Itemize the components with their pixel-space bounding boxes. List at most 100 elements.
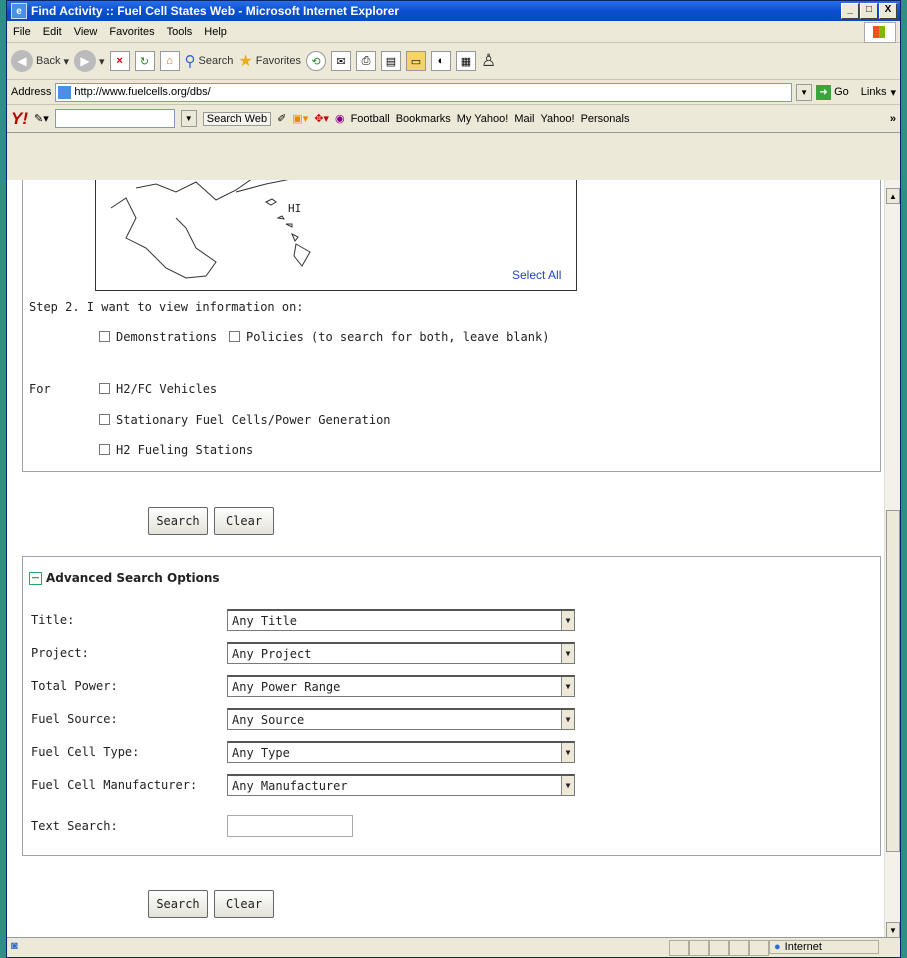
manufacturer-label: Fuel Cell Manufacturer: — [31, 778, 198, 792]
maximize-button[interactable]: □ — [860, 3, 878, 19]
status-bar: ◙ ● Internet — [7, 937, 900, 957]
refresh-icon[interactable]: ↻ — [134, 51, 155, 71]
search-button[interactable]: ⚲ Search — [185, 52, 234, 70]
map-outline — [110, 180, 311, 279]
select-all-link[interactable]: Select All — [512, 268, 561, 282]
clear-button-bottom[interactable]: Clear — [214, 890, 274, 918]
state-map[interactable]: HI Select All — [95, 180, 577, 291]
dropdown-arrow-icon: ▼ — [561, 710, 574, 729]
page-content: HI Select All Step 2. I want to view inf… — [7, 180, 887, 940]
menu-help[interactable]: Help — [198, 26, 233, 38]
demonstrations-checkbox[interactable] — [99, 331, 110, 342]
vertical-scrollbar[interactable]: ▲ ▼ — [884, 180, 900, 940]
search-web-button[interactable]: Search Web — [202, 111, 272, 126]
pencil-icon[interactable]: ✎▾ — [34, 112, 49, 125]
back-button[interactable]: ◀ Back ▾ — [11, 50, 69, 72]
dropdown-arrow-icon: ▼ — [561, 776, 574, 795]
stationary-option[interactable]: Stationary Fuel Cells/Power Generation — [99, 413, 391, 427]
title-bar: e Find Activity :: Fuel Cell States Web … — [7, 1, 900, 21]
yahoo-item-bookmarks[interactable]: Bookmarks — [396, 113, 451, 125]
manufacturer-select[interactable]: Any Manufacturer ▼ — [227, 774, 575, 796]
highlight-icon[interactable]: ✐ — [277, 112, 286, 125]
fueling-stations-checkbox[interactable] — [99, 444, 110, 455]
person-icon[interactable]: ♙ — [481, 51, 496, 71]
collapse-icon[interactable]: − — [29, 571, 42, 585]
dropdown-arrow-icon: ▼ — [561, 644, 574, 663]
advanced-search-panel: − Advanced Search Options Title: Any Tit… — [22, 556, 881, 856]
yahoo-item-football[interactable]: Football — [351, 113, 390, 125]
research-icon[interactable]: ▦ — [455, 51, 476, 71]
status-segment — [689, 940, 709, 956]
print-icon[interactable]: ⎙ — [355, 51, 376, 71]
scrollbar-thumb[interactable] — [886, 510, 900, 852]
messenger-icon[interactable]: ◐ — [430, 51, 451, 71]
folder-icon[interactable]: ▭ — [405, 51, 426, 71]
status-segment — [729, 940, 749, 956]
text-search-input[interactable] — [227, 815, 353, 837]
total-power-label: Total Power: — [31, 679, 118, 693]
windows-logo-icon — [864, 22, 896, 43]
yahoo-logo[interactable]: Y! — [11, 109, 28, 129]
globe-icon: ● — [774, 941, 781, 953]
scroll-down-arrow-icon[interactable]: ▼ — [886, 922, 900, 938]
menu-tools[interactable]: Tools — [161, 26, 199, 38]
links-chevron-icon[interactable]: ▾ — [890, 86, 896, 99]
status-segment — [669, 940, 689, 956]
mail-icon[interactable]: ✉ — [330, 51, 351, 71]
scroll-up-arrow-icon[interactable]: ▲ — [886, 188, 900, 204]
menu-file[interactable]: File — [7, 26, 37, 38]
compass-icon[interactable]: ✥▾ — [314, 112, 329, 125]
search-button-top[interactable]: Search — [148, 507, 208, 535]
yahoo-search-dropdown[interactable]: ▼ — [180, 110, 197, 127]
edit-icon[interactable]: ▤ — [380, 51, 401, 71]
yahoo-item-mail[interactable]: Mail — [514, 113, 534, 125]
for-label: For — [29, 382, 51, 396]
policies-option[interactable]: Policies (to search for both, leave blan… — [229, 330, 549, 344]
forward-button[interactable]: ▶ ▾ — [74, 50, 105, 72]
home-icon[interactable]: ⌂ — [159, 51, 180, 71]
total-power-select[interactable]: Any Power Range ▼ — [227, 675, 575, 697]
page-icon — [58, 85, 72, 99]
yahoo-item-personals[interactable]: Personals — [581, 113, 630, 125]
favorites-button[interactable]: ★ Favorites — [238, 51, 301, 71]
menu-favorites[interactable]: Favorites — [103, 26, 160, 38]
antispy-icon[interactable]: ◉ — [335, 112, 345, 125]
menu-edit[interactable]: Edit — [37, 26, 68, 38]
yahoo-item-yahoo[interactable]: Yahoo! — [541, 113, 575, 125]
step-panel: HI Select All Step 2. I want to view inf… — [22, 180, 881, 472]
minimize-button[interactable]: _ — [841, 3, 859, 19]
step2-heading: Step 2. I want to view information on: — [29, 300, 304, 314]
stationary-checkbox[interactable] — [99, 414, 110, 425]
fuel-cell-type-select[interactable]: Any Type ▼ — [227, 741, 575, 763]
go-button[interactable]: ➜ Go — [816, 84, 849, 100]
dropdown-arrow-icon: ▼ — [561, 677, 574, 696]
popup-blocker-icon[interactable]: ▣▾ — [292, 112, 308, 125]
search-button-bottom[interactable]: Search — [148, 890, 208, 918]
links-button[interactable]: Links — [861, 86, 887, 98]
project-select[interactable]: Any Project ▼ — [227, 642, 575, 664]
vehicles-option[interactable]: H2/FC Vehicles — [99, 382, 217, 396]
yahoo-toolbar: Y! ✎▾ ▼ Search Web ✐ ▣▾ ✥▾ ◉ Football Bo… — [7, 105, 900, 133]
demonstrations-option[interactable]: Demonstrations — [99, 330, 217, 344]
fueling-stations-option[interactable]: H2 Fueling Stations — [99, 443, 253, 457]
history-icon[interactable]: ⟲ — [305, 51, 326, 71]
address-dropdown-button[interactable]: ▼ — [796, 83, 813, 101]
clear-button-top[interactable]: Clear — [214, 507, 274, 535]
policies-checkbox[interactable] — [229, 331, 240, 342]
stop-icon[interactable]: × — [109, 51, 130, 71]
menu-view[interactable]: View — [68, 26, 104, 38]
advanced-search-header[interactable]: − Advanced Search Options — [29, 571, 220, 585]
yahoo-search-input[interactable] — [54, 109, 175, 128]
state-label-hi[interactable]: HI — [288, 202, 301, 215]
close-button[interactable]: X — [879, 3, 897, 19]
project-label: Project: — [31, 646, 89, 660]
status-segment — [709, 940, 729, 956]
title-select[interactable]: Any Title ▼ — [227, 609, 575, 631]
forward-arrow-icon: ▶ — [74, 50, 96, 72]
back-arrow-icon: ◀ — [11, 50, 33, 72]
vehicles-checkbox[interactable] — [99, 383, 110, 394]
yahoo-item-myyahoo[interactable]: My Yahoo! — [457, 113, 509, 125]
fuel-source-select[interactable]: Any Source ▼ — [227, 708, 575, 730]
toolbar-overflow-icon[interactable]: » — [890, 113, 896, 125]
address-input[interactable]: http://www.fuelcells.org/dbs/ — [55, 82, 793, 102]
